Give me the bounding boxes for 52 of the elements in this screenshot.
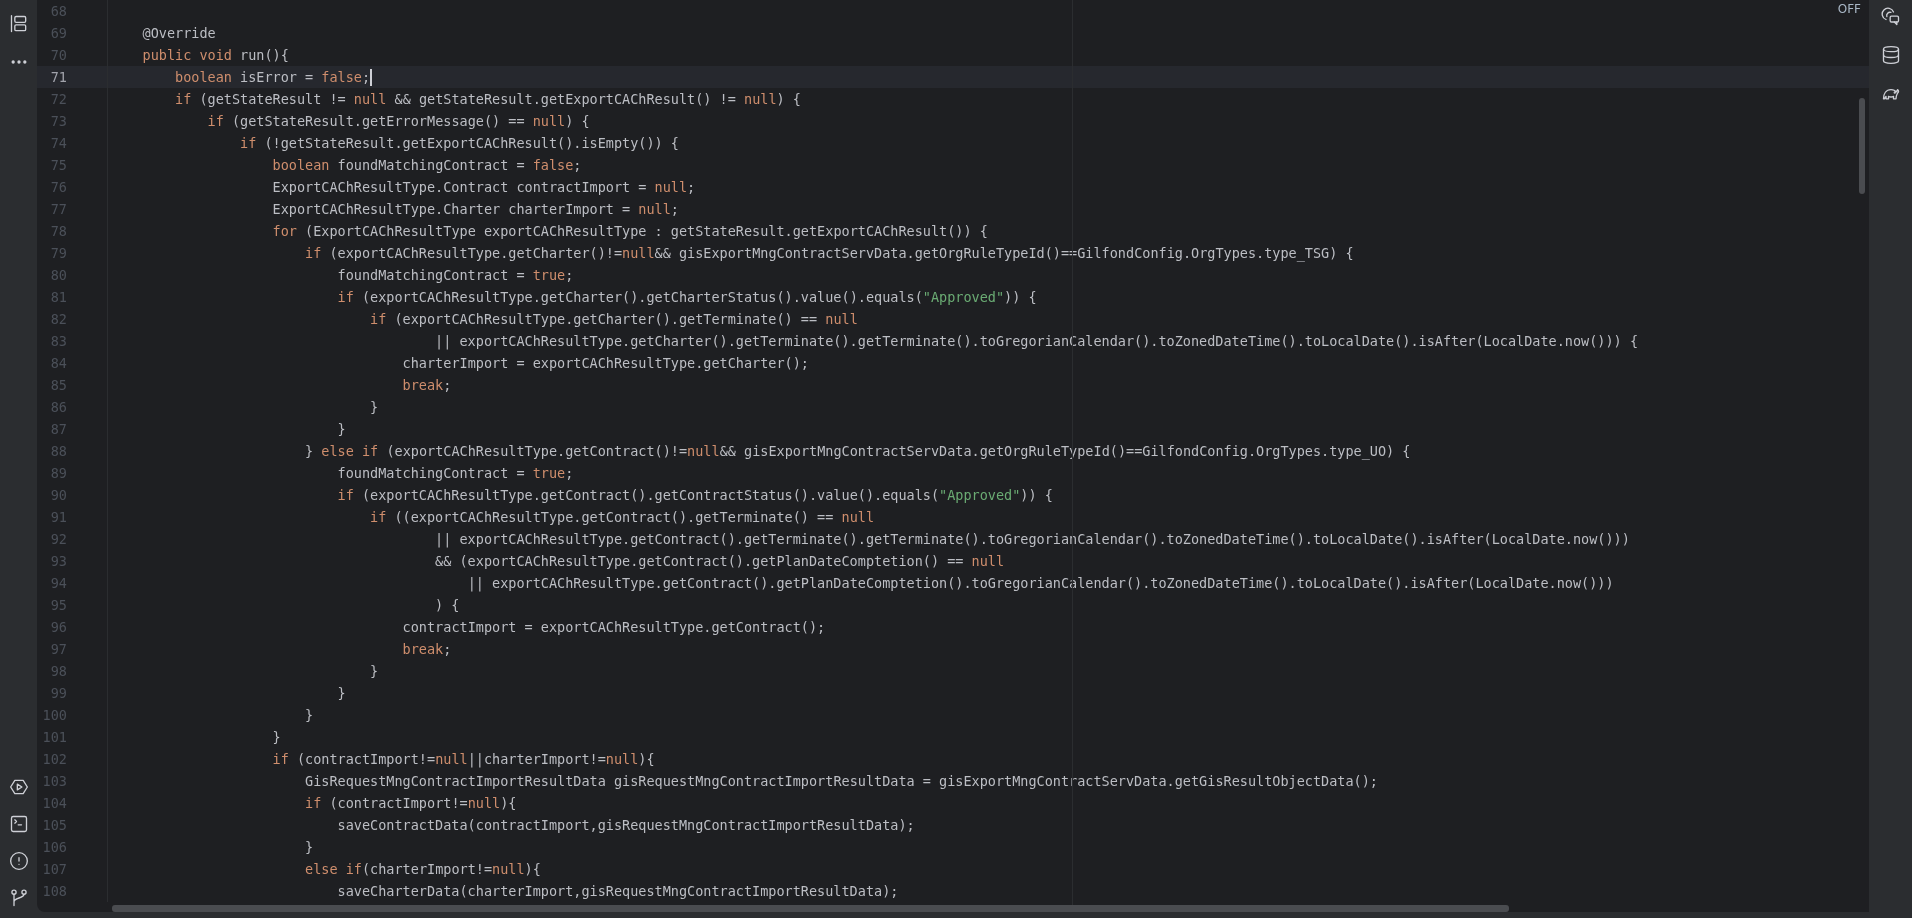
code-line: for (ExportCAChResultType exportCAChResultType : getStateResult.getExportCAChResult()) { bbox=[272, 223, 988, 239]
code-line: || exportCAChResultType.getContract().getTerminate().getTerminate().toGregorianCalendar().toZonedDateTime().toLocalDate().isAfter(LocalDate.now())) bbox=[435, 531, 1630, 547]
code-line: } bbox=[370, 399, 379, 415]
code-line: ExportCAChResultType.Contract contractImport = null; bbox=[272, 179, 696, 195]
code-line: && (exportCAChResultType.getContract().getPlanDateComptetion() == null bbox=[435, 553, 1005, 569]
text-caret bbox=[370, 68, 373, 86]
code-line: ExportCAChResultType.Charter charterImport = null; bbox=[272, 201, 679, 217]
code-line: boolean isError = false; bbox=[175, 69, 371, 85]
ai-chat-icon[interactable] bbox=[1880, 7, 1901, 27]
code-line: || exportCAChResultType.getContract().getPlanDateComptetion().toGregorianCalendar().toZonedDateTime().toLocalDate().isAfter(LocalDate.now())) bbox=[467, 575, 1614, 591]
code-line: if (getStateResult.getErrorMessage() == null) { bbox=[207, 113, 590, 129]
code-line: foundMatchingContract = true; bbox=[337, 465, 574, 481]
code-line: if (exportCAChResultType.getCharter().getTerminate() == null bbox=[370, 311, 858, 327]
problems-icon[interactable] bbox=[8, 851, 29, 871]
code-line: saveContractData(contractImport,gisRequestMngContractImportResultData); bbox=[337, 817, 915, 833]
code-line: } bbox=[305, 707, 314, 723]
code-line: if (exportCAChResultType.getCharter().getCharterStatus().value().equals("Approved")) { bbox=[337, 289, 1037, 305]
code-line: else if(charterImport!=null){ bbox=[305, 861, 541, 877]
code-line: if (exportCAChResultType.getCharter()!=null&& gisExportMngContractServData.getOrgRuleTypeId()==GilfondConfig.OrgTypes.type_TSG) { bbox=[305, 245, 1354, 261]
inspection-status[interactable]: OFF bbox=[1837, 2, 1861, 16]
code-line: } bbox=[272, 729, 281, 745]
code-line: boolean foundMatchingContract = false; bbox=[272, 157, 582, 173]
line-number: 71 bbox=[49, 69, 67, 85]
code-line: GisRequestMngContractImportResultData gisRequestMngContractImportResultData = gisExportMngContractServData.getGisResultObjectData(); bbox=[305, 773, 1378, 789]
code-line: } bbox=[305, 839, 314, 855]
code-line: if (exportCAChResultType.getContract().getContractStatus().value().equals("Approved")) { bbox=[337, 487, 1053, 503]
terminal-icon[interactable] bbox=[8, 814, 29, 834]
code-line: break; bbox=[402, 641, 452, 657]
code-line: ) { bbox=[435, 597, 460, 613]
code-line: if (getStateResult != null && getStateResult.getExportCAChResult() != null) { bbox=[175, 91, 801, 107]
code-line: if ((exportCAChResultType.getContract().getTerminate() == null bbox=[370, 509, 875, 525]
git-branch-icon[interactable] bbox=[8, 888, 29, 908]
code-line: saveCharterData(charterImport,gisRequestMngContractImportResultData); bbox=[337, 883, 899, 899]
code-line: public void run(){ bbox=[142, 47, 289, 63]
vertical-scrollbar[interactable] bbox=[1859, 98, 1865, 194]
project-structure-icon[interactable] bbox=[8, 14, 29, 34]
code-line: } bbox=[337, 421, 346, 437]
code-line: } bbox=[337, 685, 346, 701]
code-line: || exportCAChResultType.getCharter().getTerminate().getTerminate().toGregorianCalendar().toZonedDateTime().toLocalDate().isAfter(LocalDate.now())) { bbox=[435, 333, 1638, 349]
code-line: if (contractImport!=null){ bbox=[305, 795, 517, 811]
code-line: if (!getStateResult.getExportCAChResult().isEmpty()) { bbox=[240, 135, 679, 151]
run-icon[interactable] bbox=[8, 777, 29, 797]
code-line: @Override bbox=[142, 25, 216, 41]
code-line: break; bbox=[402, 377, 452, 393]
code-line: foundMatchingContract = true; bbox=[337, 267, 574, 283]
horizontal-scrollbar[interactable] bbox=[112, 905, 1509, 912]
code-line: charterImport = exportCAChResultType.getCharter(); bbox=[402, 355, 809, 371]
code-line: } bbox=[370, 663, 379, 679]
database-icon[interactable] bbox=[1880, 45, 1901, 65]
code-line: contractImport = exportCAChResultType.getContract(); bbox=[402, 619, 826, 635]
code-line: if (contractImport!=null||charterImport!=null){ bbox=[272, 751, 655, 767]
code-line: } else if (exportCAChResultType.getContract()!=null&& gisExportMngContractServData.getOrgRuleTypeId()==GilfondConfig.OrgTypes.type_UO) { bbox=[305, 443, 1411, 459]
